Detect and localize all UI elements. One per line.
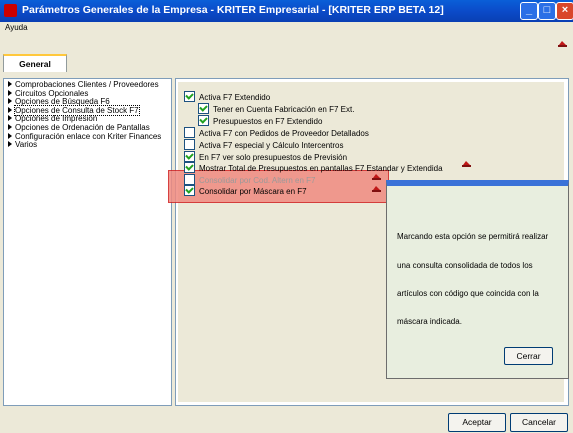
checkbox[interactable] [198,115,209,126]
tab-strip [0,37,573,73]
option-checkbox-row[interactable]: Activa F7 con Pedidos de Proveedor Detal… [184,127,369,138]
popup-line: artículos con código que coincida con la [397,289,539,298]
tab-general[interactable]: General [3,54,67,74]
checkbox[interactable] [184,162,195,173]
checkbox[interactable] [198,103,209,114]
popup-line: una consulta consolidada de todos los [397,261,533,270]
help-popup: Marcando esta opción se permitirá realiz… [386,180,569,379]
option-label: Tener en Cuenta Fabricación en F7 Ext. [213,105,355,114]
expand-arrow-icon[interactable] [8,81,12,87]
title-bar: Parámetros Generales de la Empresa - KRI… [0,0,573,22]
expand-arrow-icon[interactable] [8,115,12,122]
checkbox[interactable] [184,139,195,150]
menu-help[interactable]: Ayuda [5,23,28,32]
menu-bar: Ayuda [0,22,573,35]
checkbox[interactable] [184,151,195,162]
popup-line: Marcando esta opción se permitirá realiz… [397,232,549,241]
checkbox[interactable] [184,127,195,138]
tree-item-label: Varios [15,140,38,150]
checkbox[interactable] [184,174,195,185]
help-hat-icon[interactable] [462,160,471,167]
expand-arrow-icon[interactable] [8,89,12,96]
popup-line: máscara indicada. [397,317,462,326]
option-label: Mostrar Total de Presupuestos en pantall… [199,164,443,173]
maximize-button[interactable]: □ [538,2,556,20]
option-label: Consolidar por Máscara en F7 [199,187,307,196]
option-checkbox-row[interactable]: Presupuestos en F7 Extendido [198,115,322,126]
expand-arrow-icon[interactable] [8,141,12,148]
option-checkbox-row[interactable]: Activa F7 especial y Cálculo Intercentro… [184,139,344,150]
option-checkbox-row[interactable]: Tener en Cuenta Fabricación en F7 Ext. [198,103,354,114]
minimize-button[interactable]: _ [520,2,538,20]
tree-item[interactable]: Varios [8,140,37,149]
expand-arrow-icon[interactable] [8,98,12,105]
option-label: Activa F7 especial y Cálculo Intercentro… [199,141,344,150]
help-hat-icon[interactable] [372,185,381,192]
help-hat-icon[interactable] [558,40,567,47]
option-label: Consolidar por Cod. Altern en F7 [199,176,316,185]
expand-arrow-icon[interactable] [8,124,12,130]
checkbox[interactable] [184,91,195,102]
option-label: En F7 ver solo presupuestos de Previsión [199,153,348,162]
checkbox[interactable] [184,185,195,196]
option-checkbox-row[interactable]: Activa F7 Extendido [184,91,270,102]
option-label: Activa F7 con Pedidos de Proveedor Detal… [199,129,369,138]
window-title: Parámetros Generales de la Empresa - KRI… [22,4,444,16]
option-checkbox-row[interactable]: Mostrar Total de Presupuestos en pantall… [184,162,443,173]
close-button[interactable]: × [556,2,573,20]
option-checkbox-row[interactable]: Consolidar por Máscara en F7 [184,185,307,196]
app-icon [4,4,17,17]
popup-close-button[interactable]: Cerrar [504,347,553,365]
cancel-button[interactable]: Cancelar [510,413,568,432]
expand-arrow-icon[interactable] [8,132,12,139]
option-checkbox-row[interactable]: Consolidar por Cod. Altern en F7 [184,174,316,185]
option-label: Activa F7 Extendido [199,93,271,102]
option-label: Presupuestos en F7 Extendido [213,117,323,126]
expand-arrow-icon[interactable] [8,106,12,113]
help-hat-icon[interactable] [372,173,381,180]
accept-button[interactable]: Aceptar [448,413,506,432]
option-checkbox-row[interactable]: En F7 ver solo presupuestos de Previsión [184,151,347,162]
